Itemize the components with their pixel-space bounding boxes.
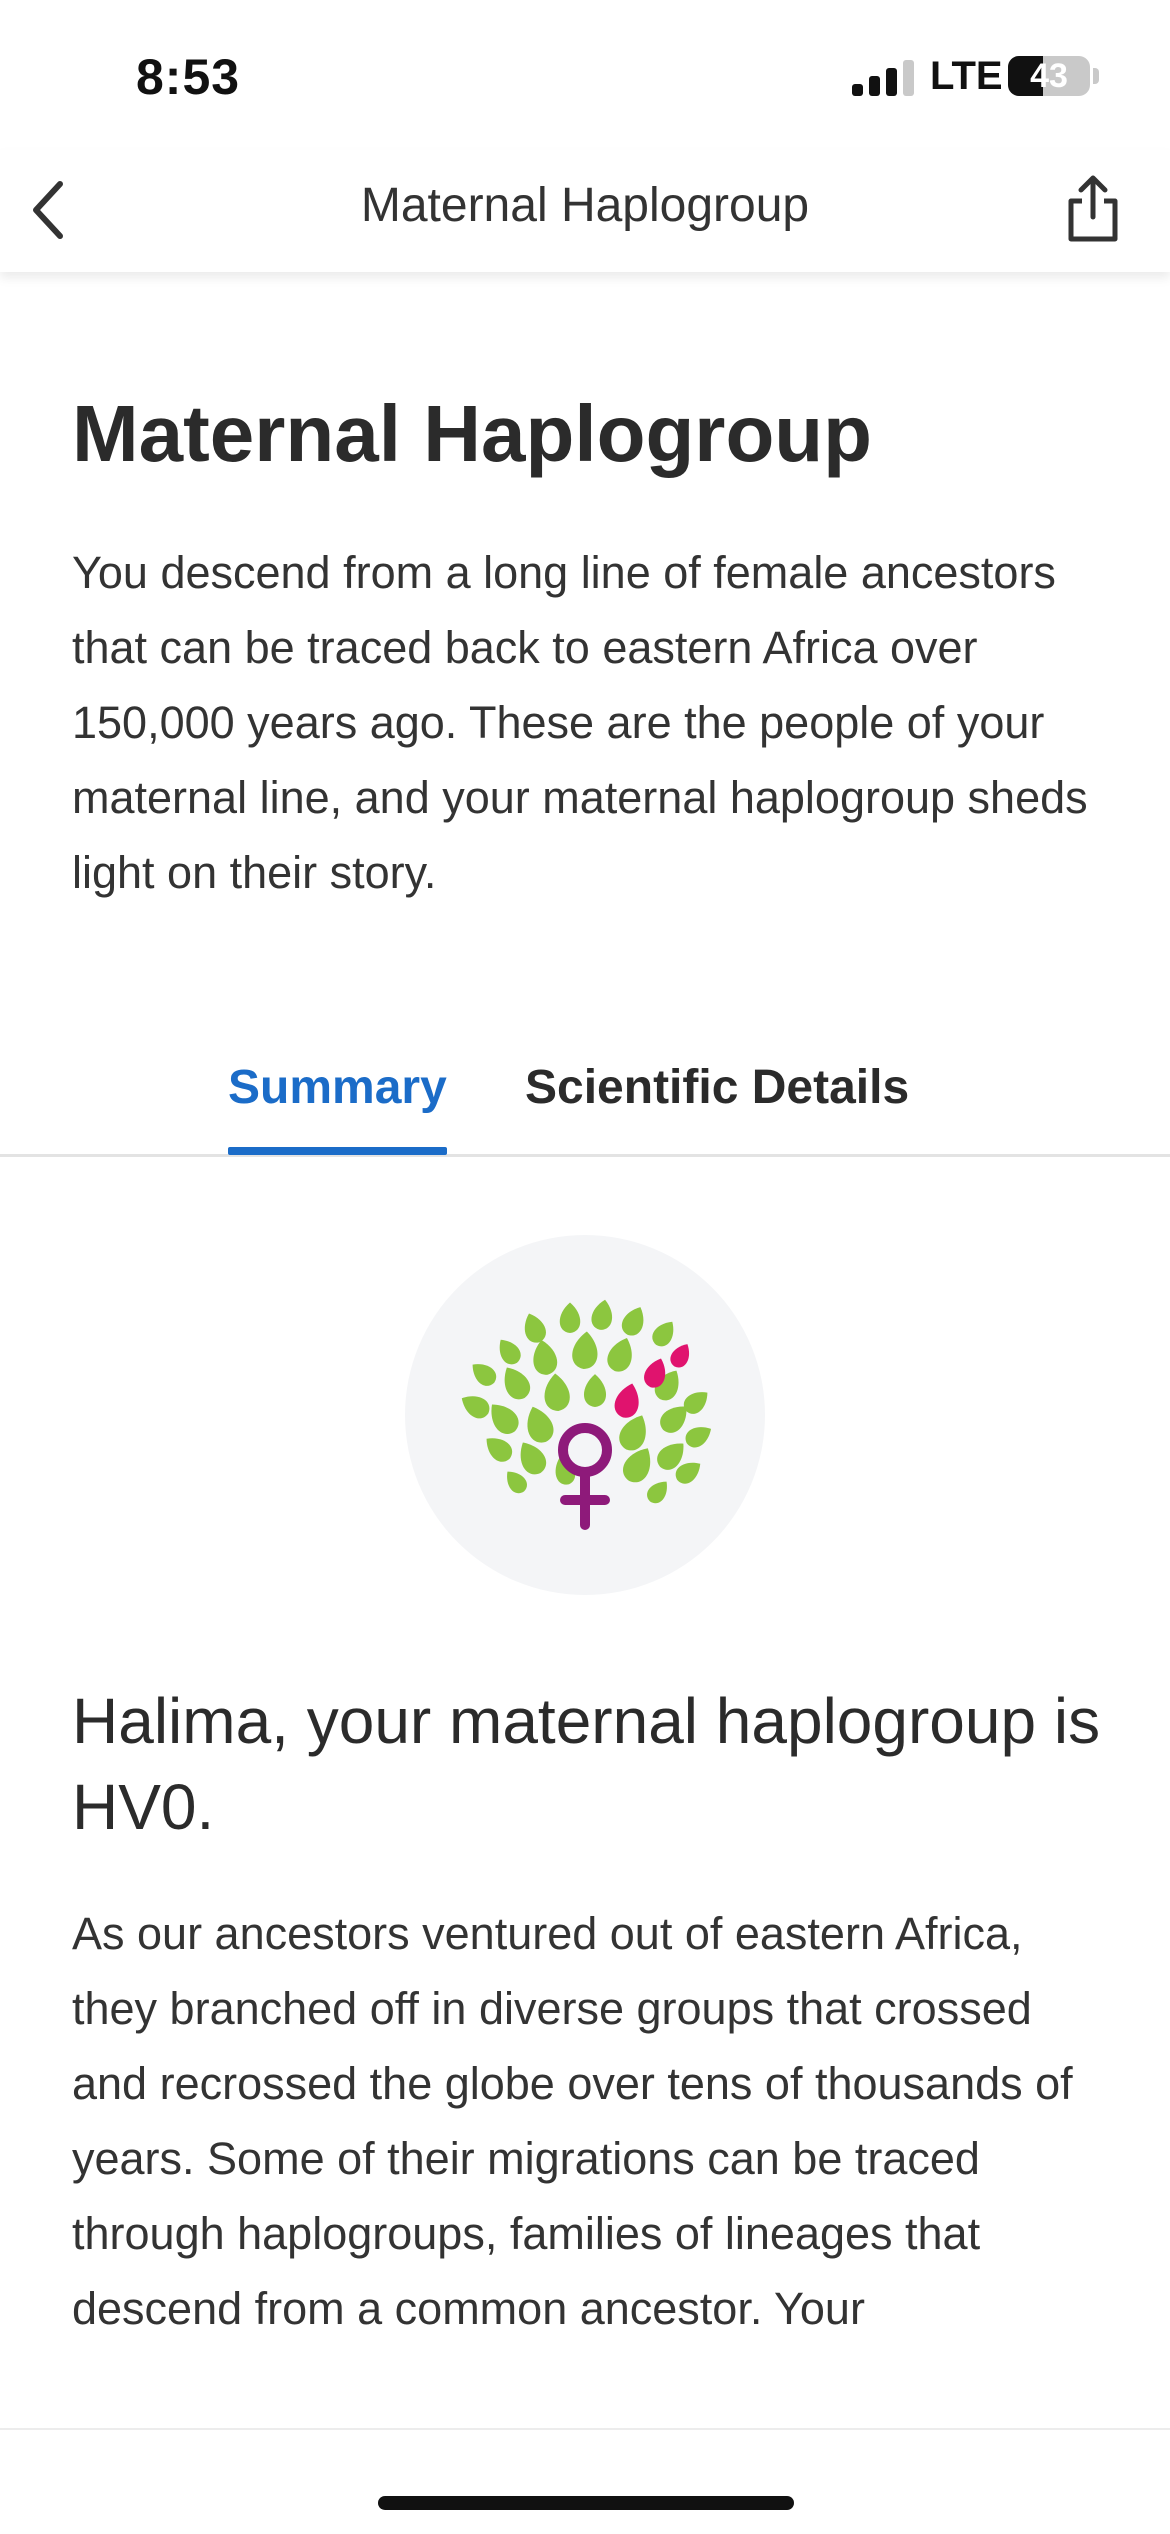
leaf-shape xyxy=(520,1442,546,1475)
status-bar: 8:53 LTE 43 xyxy=(0,0,1170,150)
battery-cap xyxy=(1093,68,1099,84)
leaf-shape xyxy=(583,1374,607,1407)
nav-title: Maternal Haplogroup xyxy=(360,179,810,232)
tab-scientific-details-label: Scientific Details xyxy=(525,1061,910,1114)
leaf-shape xyxy=(614,1383,639,1418)
page-title: Maternal Haplogroup xyxy=(72,389,873,478)
intro-text: You descend from a long line of female a… xyxy=(72,547,1088,898)
battery-percent: 43 xyxy=(1030,57,1068,95)
leaf-shape xyxy=(559,1302,581,1333)
leaf-shape xyxy=(504,1367,530,1400)
summary-body-text: As our ancestors ventured out of eastern… xyxy=(72,1908,1073,2334)
leaf-shape xyxy=(544,1373,570,1411)
leaf-shape xyxy=(533,1340,558,1375)
leaf-shape xyxy=(670,1344,690,1368)
share-icon xyxy=(1068,175,1118,242)
tab-bar: Summary Scientific Details xyxy=(0,1040,1170,1157)
battery-icon: 43 xyxy=(1008,56,1090,96)
leaf-shape xyxy=(652,1321,674,1347)
leaf-shape xyxy=(499,1339,521,1365)
leaf-shape xyxy=(647,1481,667,1504)
network-label: LTE xyxy=(930,54,1003,98)
status-time: 8:53 xyxy=(136,49,241,105)
tab-summary-label: Summary xyxy=(228,1061,447,1114)
bottom-bar xyxy=(0,2428,1170,2534)
leaf-shape xyxy=(472,1364,497,1386)
leaf-shape xyxy=(607,1337,632,1372)
maternal-tree-icon xyxy=(461,1299,712,1530)
leaf-shape xyxy=(591,1299,613,1330)
haplogroup-heading: Halima, your maternal haplogroup is HV0. xyxy=(72,1685,1101,1843)
leaf-shape xyxy=(621,1307,644,1336)
nav-bar: Maternal Haplogroup xyxy=(0,150,1170,272)
haplogroup-icon-circle xyxy=(405,1235,765,1595)
tab-scientific-details[interactable]: Scientific Details xyxy=(525,1060,909,1115)
signal-icon xyxy=(852,58,914,96)
leaf-shape xyxy=(619,1415,646,1451)
leaf-shape xyxy=(572,1331,598,1369)
active-tab-indicator xyxy=(228,1147,447,1155)
leaf-shape xyxy=(461,1396,490,1419)
female-symbol-ring xyxy=(558,1423,612,1477)
tab-summary[interactable]: Summary xyxy=(228,1060,447,1155)
home-indicator[interactable] xyxy=(378,2496,794,2510)
leaf-shape xyxy=(623,1448,651,1483)
leaf-shape xyxy=(524,1313,546,1343)
share-button[interactable] xyxy=(1058,166,1128,252)
leaf-shape xyxy=(491,1404,519,1434)
leaf-shape xyxy=(685,1427,712,1448)
leaf-shape xyxy=(486,1438,513,1462)
